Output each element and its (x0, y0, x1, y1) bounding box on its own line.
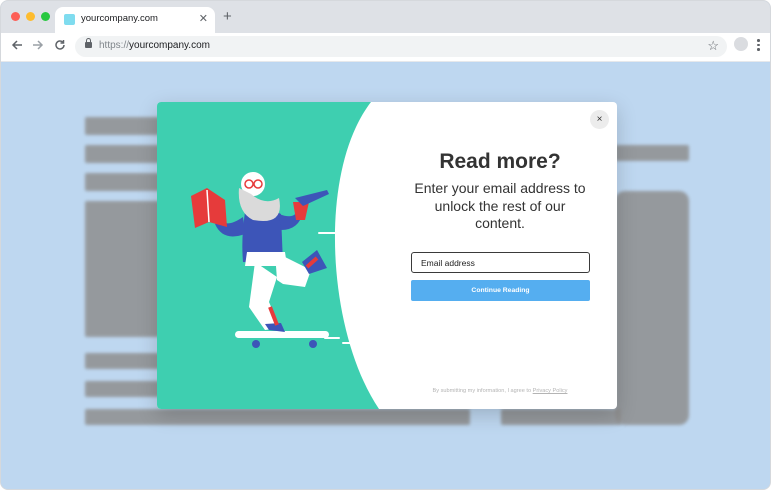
url-text: https://yourcompany.com (99, 40, 210, 51)
url-host: yourcompany.com (129, 40, 210, 51)
blurred-content (501, 409, 621, 425)
bookmark-star-icon[interactable]: ☆ (707, 38, 719, 54)
lock-icon[interactable] (85, 38, 92, 48)
blurred-content (85, 409, 470, 425)
modal-subtext: Enter your email address to unlock the r… (414, 180, 586, 231)
modal-heading: Read more? (439, 150, 561, 173)
tab-title: yourcompany.com (81, 13, 158, 24)
menu-icon[interactable] (757, 39, 760, 53)
tab-close-icon[interactable]: ✕ (199, 12, 208, 26)
email-gate-modal: × Read more? Enter your email address to… (157, 102, 617, 409)
reload-icon[interactable] (52, 38, 68, 56)
back-arrow-icon[interactable] (9, 38, 25, 56)
browser-window: yourcompany.com ✕ + https://yourcompany.… (0, 0, 771, 490)
browser-toolbar: https://yourcompany.com ☆ (1, 33, 770, 62)
maximize-window-button[interactable] (41, 12, 50, 21)
tab-bar: yourcompany.com ✕ + (1, 1, 770, 33)
favicon-icon (64, 14, 75, 25)
address-bar[interactable]: https://yourcompany.com ☆ (75, 36, 727, 57)
url-scheme: https:// (99, 40, 130, 51)
minimize-window-button[interactable] (26, 12, 35, 21)
close-window-button[interactable] (11, 12, 20, 21)
privacy-policy-link[interactable]: Privacy Policy (533, 388, 568, 394)
blurred-content (615, 145, 689, 161)
profile-avatar[interactable] (734, 37, 748, 51)
forward-arrow-icon[interactable] (30, 38, 46, 56)
consent-note: By submitting my information, I agree to… (389, 388, 611, 394)
consent-text: By submitting my information, I agree to (432, 388, 533, 394)
tab-active[interactable]: yourcompany.com ✕ (55, 7, 215, 33)
email-field[interactable] (411, 252, 590, 273)
close-modal-button[interactable]: × (590, 110, 609, 129)
new-tab-button[interactable]: + (223, 9, 232, 25)
blurred-content (615, 191, 689, 425)
continue-reading-button[interactable]: Continue Reading (411, 280, 590, 301)
